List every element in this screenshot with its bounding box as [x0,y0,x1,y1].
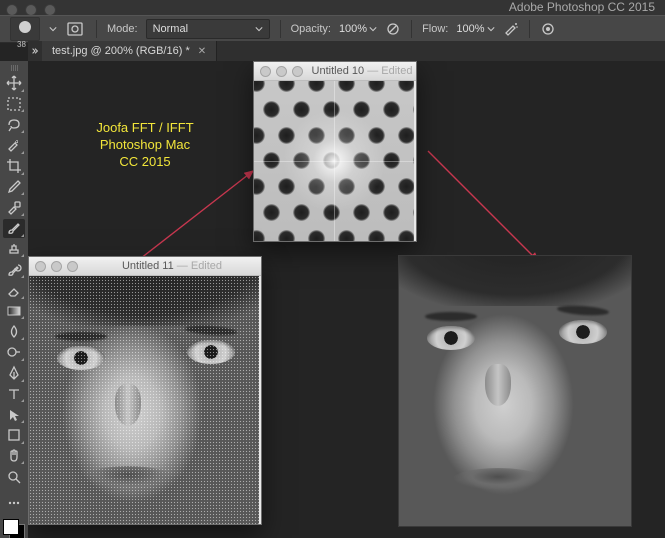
foreground-color-swatch[interactable] [3,519,19,535]
panel-grip-icon[interactable] [4,65,24,71]
eyedropper-tool[interactable] [3,178,25,197]
chevron-down-icon [255,25,263,33]
traffic-close-icon[interactable] [260,66,271,77]
shape-tool[interactable] [3,426,25,445]
flow-label: Flow: [422,23,448,35]
canvas-area[interactable]: Joofa FFT / IFFT Photoshop Mac CC 2015 U… [28,61,665,538]
annotation-line: Joofa FFT / IFFT [80,119,210,136]
separator [529,20,530,38]
clone-stamp-tool[interactable] [3,240,25,259]
options-bar: 38 Mode: Normal Opacity: 100% Flow: 100% [0,15,665,43]
crop-tool[interactable] [3,157,25,176]
type-tool[interactable] [3,385,25,404]
annotation-line: Photoshop Mac [80,136,210,153]
result-image-container [398,255,632,527]
result-image [399,256,631,526]
mode-label: Mode: [107,23,138,35]
airbrush-button[interactable] [503,21,519,37]
pen-tool[interactable] [3,364,25,383]
blend-mode-value: Normal [153,23,188,35]
pressure-size-icon [540,21,556,37]
child-window-titlebar[interactable]: Untitled 11 — Edited [29,257,261,276]
tablet-pressure-opacity-button[interactable] [385,21,401,37]
child-window-title: Untitled 10 — Edited [312,65,413,77]
annotation-line: CC 2015 [80,153,210,170]
opacity-label: Opacity: [291,23,331,35]
opacity-number: 100% [339,23,367,35]
window-title-text: Untitled 11 [122,260,174,272]
document-tab[interactable]: test.jpg @ 200% (RGB/16) * ✕ [42,41,217,61]
opacity-value[interactable]: 100% [339,23,377,35]
separator [411,20,412,38]
brush-tool[interactable] [3,219,25,238]
traffic-zoom-icon[interactable] [67,261,78,272]
traffic-close-icon[interactable] [35,261,46,272]
eraser-tool[interactable] [3,281,25,300]
tools-panel [0,61,29,538]
close-icon[interactable]: ✕ [198,46,206,57]
window-subtitle-text: — Edited [177,260,222,272]
tab-overflow-toggle[interactable] [28,41,42,61]
double-chevron-icon [31,47,39,55]
window-title-text: Untitled 10 [312,65,365,77]
document-tab-title: test.jpg @ 200% (RGB/16) * [52,45,190,57]
child-window-fft[interactable]: Untitled 10 — Edited [253,61,417,242]
brush-size-value: 38 [17,40,26,49]
lasso-tool[interactable] [3,115,25,134]
chevron-down-icon [369,25,377,33]
panel-icon [66,19,86,39]
child-window-source[interactable]: Untitled 11 — Edited [28,256,262,525]
hand-tool[interactable] [3,447,25,466]
traffic-zoom-icon[interactable] [292,66,303,77]
app-title: Adobe Photoshop CC 2015 [0,0,665,15]
dodge-tool[interactable] [3,343,25,362]
traffic-minimize-icon[interactable] [51,261,62,272]
gradient-tool[interactable] [3,302,25,321]
blur-tool[interactable] [3,322,25,341]
tablet-pressure-size-button[interactable] [540,21,556,37]
quick-select-tool[interactable] [3,136,25,155]
separator [96,20,97,38]
history-brush-tool[interactable] [3,260,25,279]
flow-number: 100% [456,23,484,35]
annotation-text: Joofa FFT / IFFT Photoshop Mac CC 2015 [80,119,210,170]
zoom-tool[interactable] [3,467,25,486]
healing-brush-tool[interactable] [3,198,25,217]
child-window-titlebar[interactable]: Untitled 10 — Edited [254,62,416,81]
move-tool[interactable] [3,74,25,93]
chevron-down-icon [49,25,57,33]
chevron-down-icon [487,25,495,33]
flow-value[interactable]: 100% [456,23,494,35]
blend-mode-select[interactable]: Normal [146,19,270,39]
brush-preset-dropdown[interactable] [48,18,58,40]
window-subtitle-text: — Edited [367,65,412,77]
traffic-minimize-icon[interactable] [276,66,287,77]
brush-panel-toggle[interactable] [66,19,86,39]
path-select-tool[interactable] [3,405,25,424]
child-window-title: Untitled 11 — Edited [122,260,222,272]
brush-preview-dot-icon [19,21,31,33]
document-tab-bar: test.jpg @ 200% (RGB/16) * ✕ [28,41,665,62]
source-image [29,276,259,524]
airbrush-icon [503,21,519,37]
color-swatches[interactable] [3,519,25,538]
marquee-tool[interactable] [3,95,25,114]
separator [280,20,281,38]
fft-spectrum-image [254,81,414,241]
pressure-icon [385,21,401,37]
edit-toolbar-button[interactable] [3,494,25,513]
brush-preview[interactable]: 38 [10,17,40,41]
